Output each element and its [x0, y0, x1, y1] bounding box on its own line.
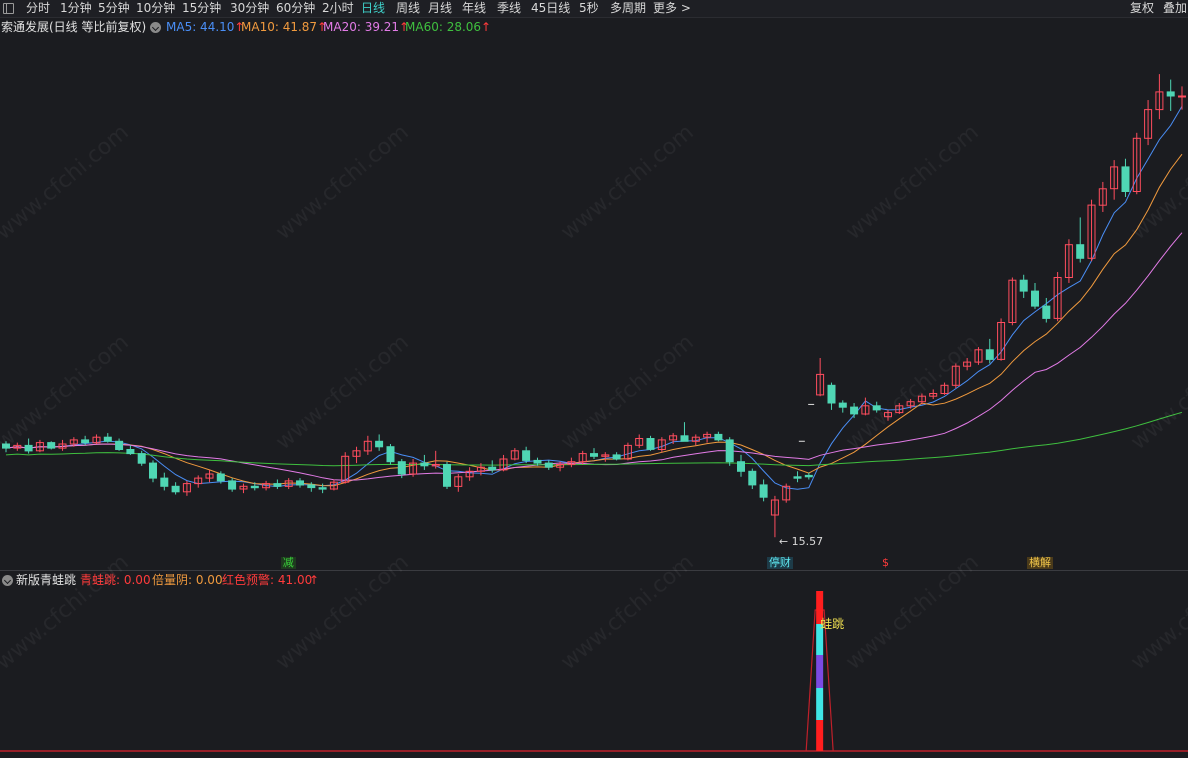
candle-body	[680, 435, 689, 442]
candle-body	[24, 444, 33, 452]
candle-body	[748, 470, 757, 486]
candle-body	[216, 473, 225, 482]
candle-body	[420, 462, 429, 467]
collapse-indicator-icon[interactable]	[2, 575, 13, 586]
indicator-bar-label: 蛙跳	[820, 617, 844, 631]
indicator-item-2: 红色预警: 41.00	[222, 573, 313, 587]
signal-label-3: 横解	[1027, 556, 1053, 569]
candle-body	[1121, 166, 1130, 192]
candle-body	[103, 436, 112, 442]
candle-body	[590, 453, 598, 457]
candle-body	[386, 446, 395, 463]
candle-body	[443, 464, 451, 487]
ma10-line	[5, 153, 1183, 487]
kline-chart[interactable]: ← 15.57 蛙跳	[0, 0, 1188, 758]
candle-body	[126, 449, 135, 455]
indicator-title: 新版青蛙跳	[16, 573, 77, 587]
candle-body	[137, 453, 146, 464]
candle-body	[2, 443, 10, 449]
candle-body	[827, 384, 836, 404]
candle-body	[307, 484, 316, 489]
candle-body	[838, 402, 847, 408]
candle-body	[1166, 91, 1175, 97]
candle-body	[612, 454, 621, 460]
candle-body	[160, 477, 169, 487]
candle-body	[273, 483, 282, 487]
indicator-item-1: 倍量阴: 0.00	[152, 573, 223, 587]
candle-body	[1178, 95, 1186, 98]
candle-body	[375, 440, 384, 448]
indicator-bar-purple	[816, 655, 824, 688]
candle-body	[1031, 290, 1039, 307]
signal-label-2: $	[882, 556, 889, 569]
candle-body	[793, 476, 802, 479]
candle-body	[1019, 279, 1028, 292]
candle-body	[171, 485, 180, 493]
candle-body	[725, 439, 734, 463]
candle-body	[296, 480, 304, 486]
indicator-bar-cyan-2	[816, 688, 824, 720]
candle-body	[804, 474, 813, 478]
candle-body	[250, 485, 259, 489]
indicator-bar-red-bottom	[816, 720, 824, 751]
candle-body	[1076, 244, 1085, 259]
candle-body	[544, 462, 553, 468]
candle-body	[149, 462, 157, 479]
ma5-line	[5, 106, 1183, 490]
ma20-line	[5, 232, 1183, 481]
candle-body	[397, 461, 406, 475]
candle-body	[714, 433, 723, 441]
candle-body	[850, 406, 859, 415]
candle-body	[759, 484, 768, 498]
candle-body	[47, 442, 56, 449]
candle-body	[533, 459, 542, 464]
candle-body	[646, 438, 655, 450]
signal-label-1: 停财	[766, 556, 793, 569]
candle-body	[1042, 305, 1051, 319]
candle-body	[318, 487, 327, 490]
low-price-label: ← 15.57	[779, 535, 823, 548]
indicator-up-arrow-icon: ↑	[309, 573, 320, 587]
candle-body	[488, 466, 497, 471]
indicator-item-0: 青蛙跳: 0.00	[80, 573, 151, 587]
signal-label-0: 减	[280, 556, 296, 569]
candle-body	[81, 439, 90, 444]
candle-body	[522, 450, 531, 461]
candle-body	[872, 405, 881, 411]
candle-body	[737, 461, 745, 472]
pane-divider[interactable]	[0, 570, 1188, 571]
candle-body	[985, 349, 994, 360]
candle-body	[228, 480, 237, 490]
candle-body	[115, 440, 124, 450]
